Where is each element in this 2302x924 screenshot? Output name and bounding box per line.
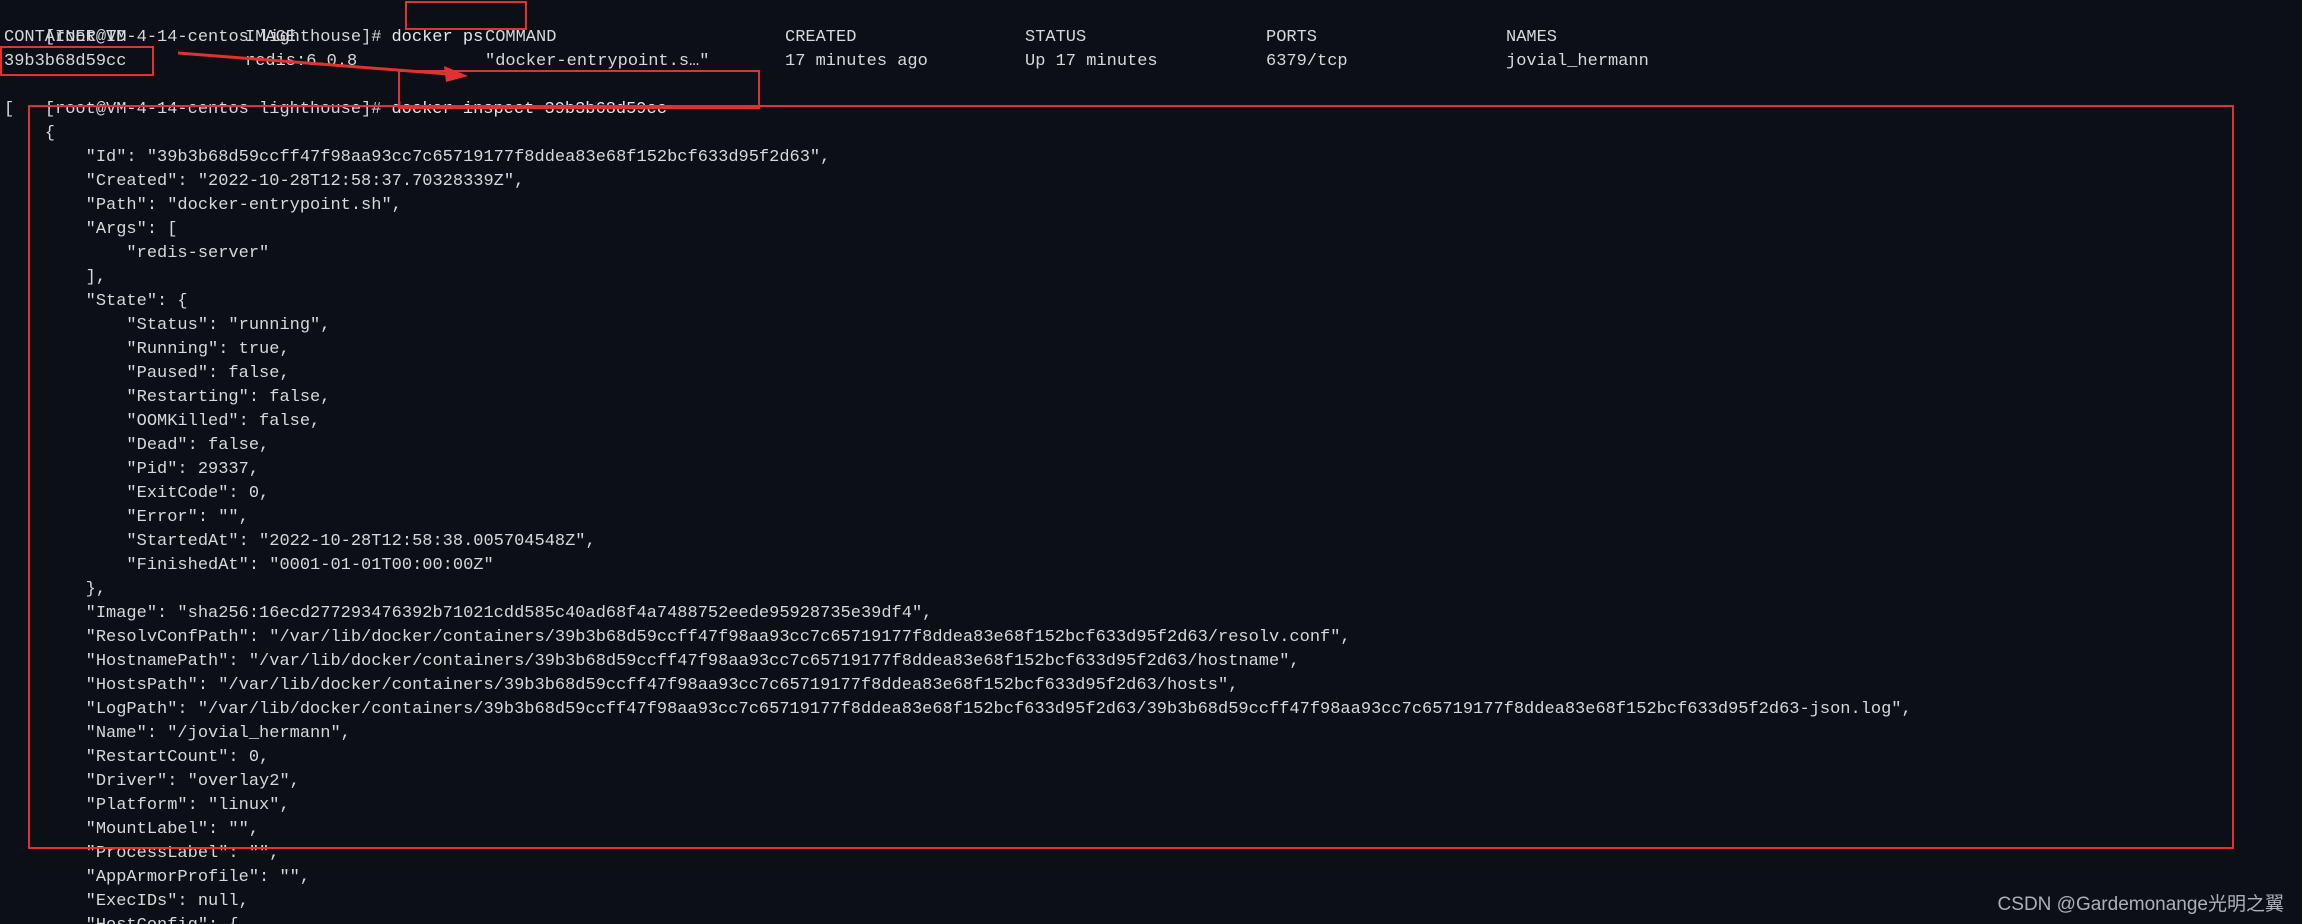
header-created: CREATED	[785, 28, 857, 47]
json-line: "MountLabel": "",	[4, 820, 260, 839]
json-line: "Paused": false,	[4, 364, 290, 383]
json-line: "Driver": "overlay2",	[4, 772, 300, 791]
table-row: 39b3b68d59cc redis:6.0.8 "docker-entrypo…	[4, 50, 2294, 74]
json-line: "Status": "running",	[4, 316, 331, 335]
prompt-line-inspect: [root@VM-4-14-centos lighthouse]# docker …	[4, 74, 667, 119]
cell-ports: 6379/tcp	[1266, 52, 1348, 71]
json-line: "Name": "/jovial_hermann",	[4, 724, 351, 743]
json-line: "Id": "39b3b68d59ccff47f98aa93cc7c657191…	[4, 148, 831, 167]
json-line: "State": {	[4, 292, 188, 311]
json-line: "Args": [	[4, 220, 178, 239]
json-line: "Restarting": false,	[4, 388, 331, 407]
csdn-watermark: CSDN @Gardemonange光明之翼	[1997, 894, 2284, 915]
header-names: NAMES	[1506, 28, 1558, 47]
cell-container-id: 39b3b68d59cc	[4, 52, 127, 71]
json-line: ],	[4, 268, 107, 287]
json-line: "redis-server"	[4, 244, 270, 263]
header-ports: PORTS	[1266, 28, 1318, 47]
cell-names: jovial_hermann	[1506, 52, 1649, 71]
json-line: "AppArmorProfile": "",	[4, 868, 311, 887]
json-line: "Error": "",	[4, 508, 249, 527]
json-line: "Path": "docker-entrypoint.sh",	[4, 196, 402, 215]
json-line: "OOMKilled": false,	[4, 412, 321, 431]
json-line: "Pid": 29337,	[4, 460, 260, 479]
json-line: "ResolvConfPath": "/var/lib/docker/conta…	[4, 628, 1351, 647]
json-line: "Running": true,	[4, 340, 290, 359]
json-line: "RestartCount": 0,	[4, 748, 270, 767]
header-container-id: CONTAINER ID	[4, 28, 127, 47]
header-command: COMMAND	[485, 28, 557, 47]
cell-image: redis:6.0.8	[245, 52, 358, 71]
json-line: "Image": "sha256:16ecd277293476392b71021…	[4, 604, 933, 623]
cell-command: "docker-entrypoint.s…"	[485, 52, 710, 71]
inspect-json-output: [ { "Id": "39b3b68d59ccff47f98aa93cc7c65…	[4, 98, 1912, 924]
json-line: {	[4, 124, 56, 143]
json-line: "HostnamePath": "/var/lib/docker/contain…	[4, 652, 1300, 671]
json-line: "Platform": "linux",	[4, 796, 290, 815]
json-line: "HostsPath": "/var/lib/docker/containers…	[4, 676, 1239, 695]
cell-status: Up 17 minutes	[1025, 52, 1158, 71]
ps-table-header: CONTAINER ID IMAGE COMMAND CREATED STATU…	[4, 26, 2294, 50]
json-line: "Dead": false,	[4, 436, 270, 455]
header-status: STATUS	[1025, 28, 1087, 47]
json-line: "ProcessLabel": "",	[4, 844, 280, 863]
json-line: "LogPath": "/var/lib/docker/containers/3…	[4, 700, 1912, 719]
header-image: IMAGE	[245, 28, 297, 47]
json-line: "Created": "2022-10-28T12:58:37.70328339…	[4, 172, 525, 191]
prompt-line-ps: [root@VM-4-14-centos lighthouse]# docker …	[4, 2, 483, 47]
json-line: "FinishedAt": "0001-01-01T00:00:00Z"	[4, 556, 494, 575]
json-line: "StartedAt": "2022-10-28T12:58:38.005704…	[4, 532, 596, 551]
terminal-window[interactable]: [root@VM-4-14-centos lighthouse]# docker …	[0, 0, 2302, 924]
json-line: "HostConfig": {	[4, 914, 1912, 924]
json-line: },	[4, 580, 107, 599]
json-line: [	[4, 100, 15, 119]
json-line: "ExecIDs": null,	[4, 892, 249, 911]
cell-created: 17 minutes ago	[785, 52, 928, 71]
json-line: "ExitCode": 0,	[4, 484, 270, 503]
